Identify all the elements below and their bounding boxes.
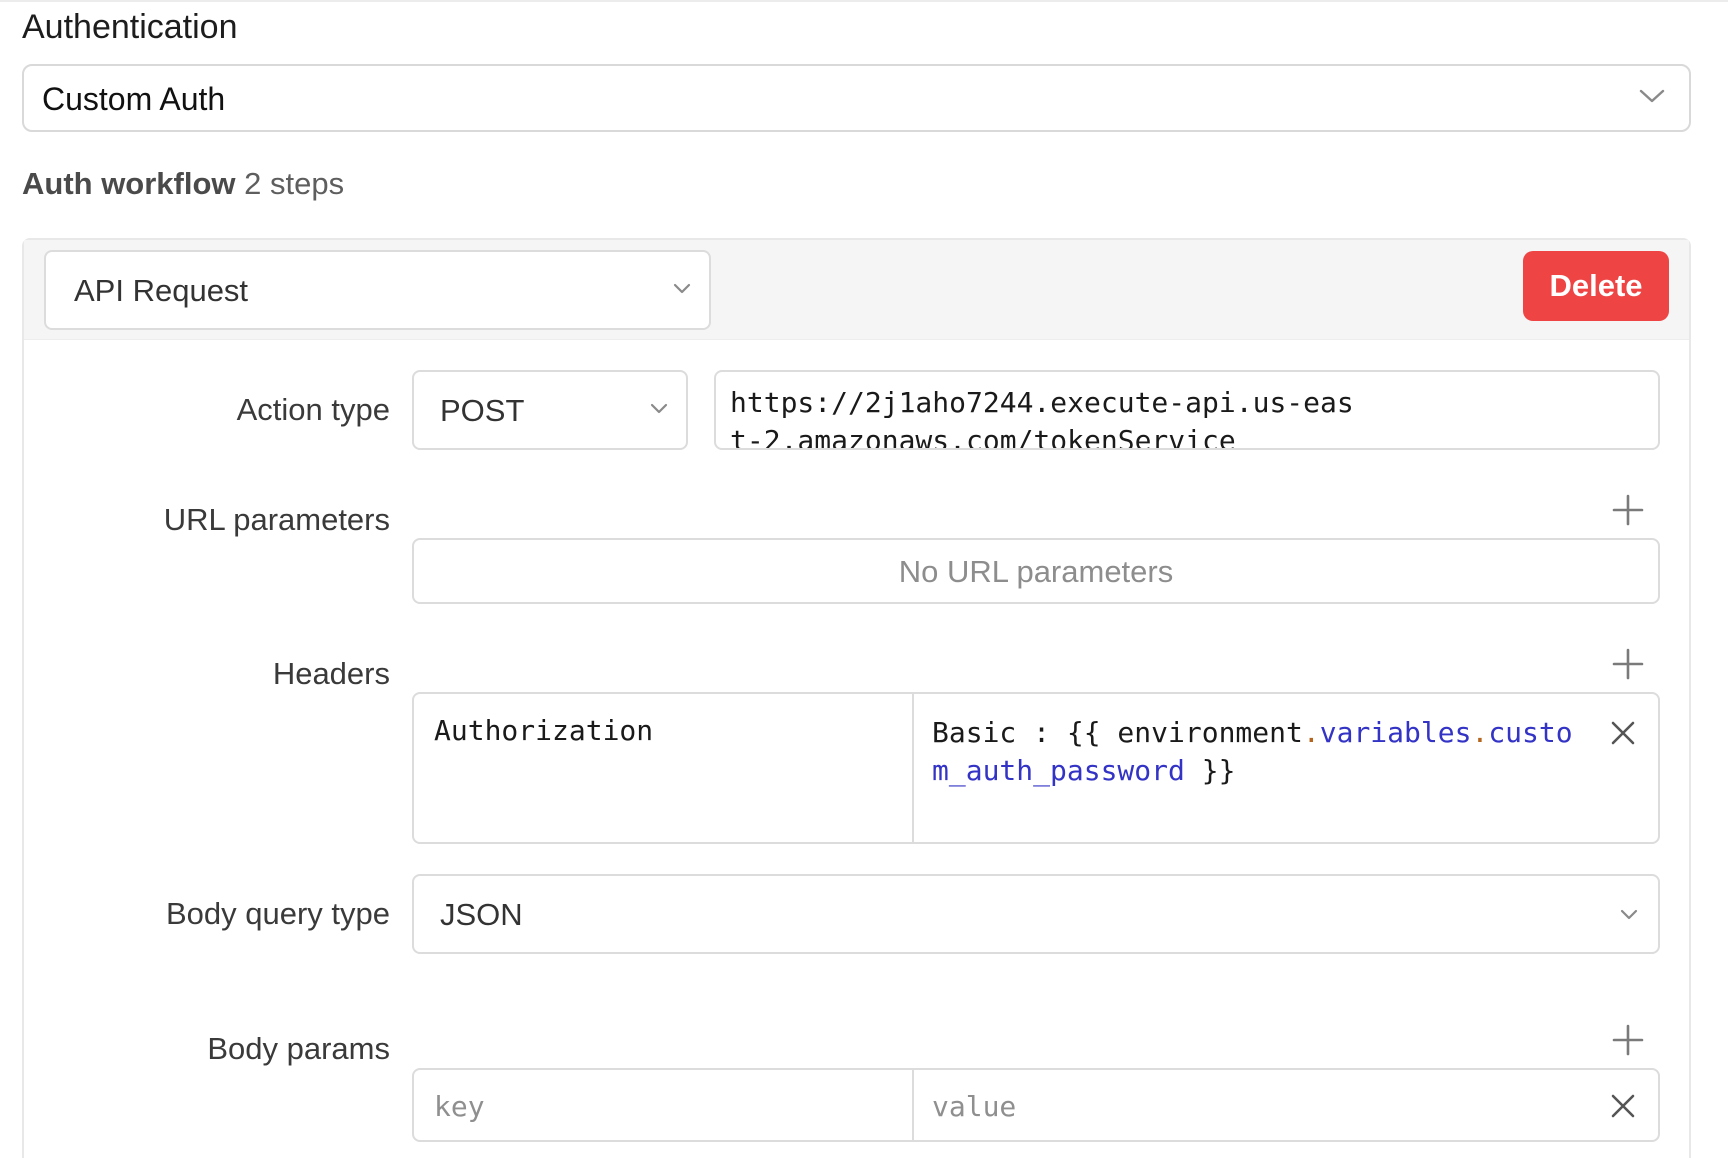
chevron-down-icon [673, 283, 691, 294]
add-url-parameter-icon[interactable] [1611, 493, 1645, 527]
auth-workflow-heading: Auth workflow 2 steps [22, 166, 344, 202]
header-row: Authorization Basic : {{ environment.var… [412, 692, 1660, 844]
body-query-type-label: Body query type [165, 896, 390, 931]
auth-workflow-step-count: 2 steps [244, 166, 345, 201]
header-value-prefix: Basic : {{ environment [932, 716, 1303, 749]
code-dot: . [1302, 716, 1320, 749]
authentication-title: Authentication [22, 8, 238, 46]
header-key-input[interactable]: Authorization [434, 714, 653, 747]
key-value-divider [912, 694, 914, 842]
remove-header-icon[interactable] [1610, 720, 1636, 746]
authentication-type-value: Custom Auth [42, 81, 226, 117]
body-param-key-input[interactable]: key [434, 1090, 485, 1123]
body-query-type-select[interactable]: JSON [412, 874, 1660, 954]
url-parameters-empty-text: No URL parameters [898, 554, 1174, 589]
body-query-type-value: JSON [440, 897, 523, 932]
header-value-suffix: }} [1184, 754, 1236, 787]
http-method-value: POST [440, 393, 525, 428]
body-param-row: key value [412, 1068, 1660, 1142]
step-type-value: API Request [74, 273, 249, 308]
step-type-select[interactable]: API Request [44, 250, 711, 330]
http-method-select[interactable]: POST [412, 370, 688, 450]
chevron-down-icon [1639, 89, 1665, 103]
chevron-down-icon [650, 403, 668, 414]
url-parameters-empty-state: No URL parameters [412, 538, 1660, 604]
custom-auth-settings: Authentication Custom Auth Auth workflow… [0, 0, 1728, 1158]
step-header: API Request Delete [24, 240, 1689, 340]
request-url-input[interactable]: https://2j1aho7244.execute-api.us-east-2… [714, 370, 1660, 450]
delete-step-button[interactable]: Delete [1523, 251, 1669, 321]
body-param-value-input[interactable]: value [932, 1090, 1016, 1123]
action-type-label: Action type [236, 392, 390, 427]
add-header-icon[interactable] [1611, 647, 1645, 681]
top-divider [0, 0, 1728, 2]
code-dot: . [1471, 716, 1489, 749]
url-parameters-label: URL parameters [163, 502, 390, 537]
remove-body-param-icon[interactable] [1610, 1093, 1636, 1119]
authentication-type-select[interactable]: Custom Auth [22, 64, 1691, 132]
headers-label: Headers [272, 656, 390, 691]
key-value-divider [912, 1070, 914, 1140]
header-value-input[interactable]: Basic : {{ environment.variables.custom_… [932, 714, 1582, 790]
chevron-down-icon [1620, 909, 1638, 920]
code-property: variables [1319, 716, 1472, 749]
request-url-value: https://2j1aho7244.execute-api.us-east-2… [730, 386, 1354, 450]
add-body-param-icon[interactable] [1611, 1023, 1645, 1057]
auth-workflow-label: Auth workflow [22, 166, 236, 201]
body-params-label: Body params [207, 1031, 390, 1066]
